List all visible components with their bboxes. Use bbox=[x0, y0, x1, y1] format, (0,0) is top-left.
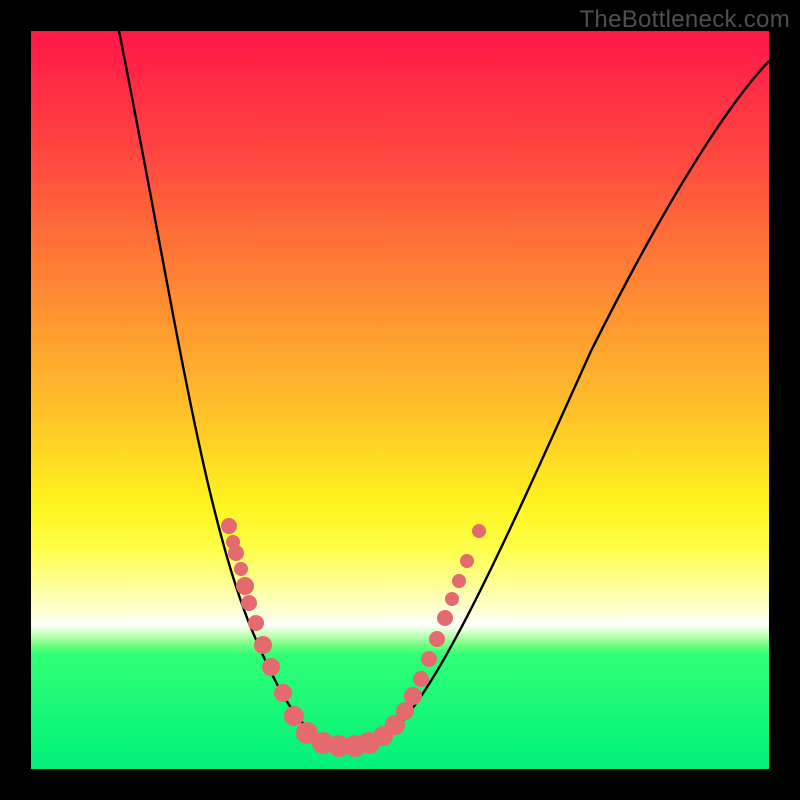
data-marker bbox=[254, 636, 272, 654]
marker-cluster-left bbox=[221, 518, 280, 676]
data-marker bbox=[472, 524, 486, 538]
data-marker bbox=[460, 554, 474, 568]
data-marker bbox=[274, 684, 292, 702]
data-marker bbox=[248, 615, 264, 631]
data-marker bbox=[437, 610, 453, 626]
data-marker bbox=[236, 577, 254, 595]
plot-area bbox=[31, 31, 769, 769]
data-marker bbox=[234, 562, 248, 576]
data-marker bbox=[284, 706, 304, 726]
chart-svg bbox=[31, 31, 769, 769]
marker-cluster-bottom bbox=[274, 684, 414, 757]
data-marker bbox=[429, 631, 445, 647]
data-marker bbox=[404, 687, 422, 705]
data-marker bbox=[262, 658, 280, 676]
marker-cluster-right bbox=[404, 524, 486, 705]
data-marker bbox=[445, 592, 459, 606]
data-marker bbox=[413, 671, 429, 687]
watermark-text: TheBottleneck.com bbox=[579, 6, 790, 34]
data-marker bbox=[228, 545, 244, 561]
data-marker bbox=[241, 595, 257, 611]
outer-frame: TheBottleneck.com bbox=[0, 0, 800, 800]
data-marker bbox=[421, 651, 437, 667]
data-marker bbox=[221, 518, 237, 534]
data-marker bbox=[452, 574, 466, 588]
